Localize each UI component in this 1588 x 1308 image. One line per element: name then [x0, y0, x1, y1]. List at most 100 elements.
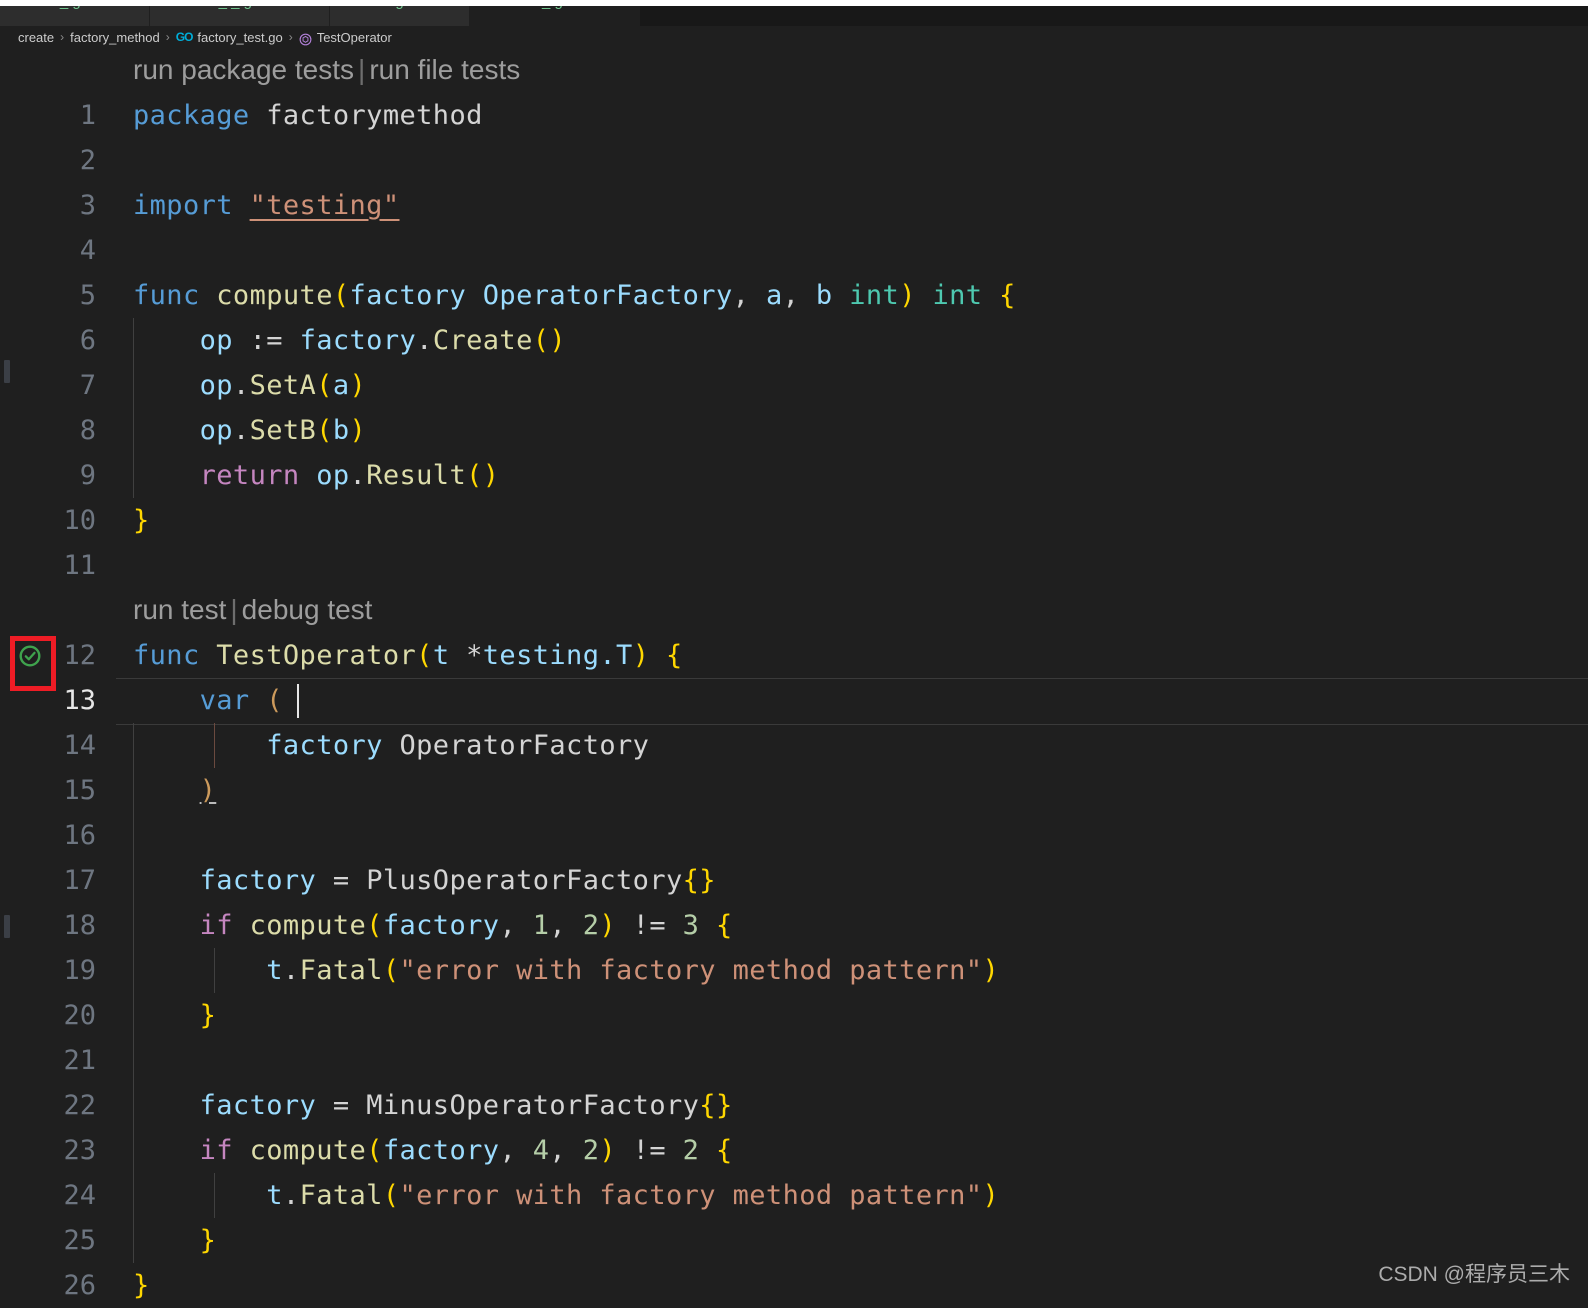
watermark: CSDN @程序员三木	[1378, 1263, 1570, 1286]
code-line-4[interactable]: 4	[0, 228, 1588, 273]
line-number-2[interactable]: 2	[0, 138, 110, 183]
code-line-10-content: }	[133, 505, 150, 536]
token-method-fatal: Fatal	[299, 1180, 383, 1211]
code-line-17[interactable]: 17 factory = PlusOperatorFactory{}	[0, 858, 1588, 903]
code-line-6[interactable]: 6 op := factory.Create()	[0, 318, 1588, 363]
run-package-tests-link[interactable]: run package tests	[133, 54, 354, 85]
token-identifier-op: op	[316, 460, 350, 491]
code-line-22[interactable]: 22 factory = MinusOperatorFactory{}	[0, 1083, 1588, 1128]
line-number-19[interactable]: 19	[0, 948, 110, 993]
token-keyword-return: return	[199, 460, 300, 491]
chevron-right-icon: ›	[165, 30, 170, 44]
token-type-int: int	[932, 280, 983, 311]
line-number-4[interactable]: 4	[0, 228, 110, 273]
editor-tab-1[interactable]: _ _.go	[150, 6, 330, 26]
code-line-9[interactable]: 9 return op.Result()	[0, 453, 1588, 498]
indent-guide	[133, 813, 134, 858]
breadcrumb-item-factory-test-go[interactable]: factory_test.go	[197, 30, 282, 45]
breadcrumb: create › factory_method › GO factory_tes…	[0, 26, 1588, 48]
breadcrumb-item-factory-method[interactable]: factory_method	[70, 30, 160, 45]
line-number-12[interactable]: 12	[0, 633, 110, 678]
token-function-compute: compute	[249, 910, 367, 941]
run-file-tests-link[interactable]: run file tests	[369, 54, 520, 85]
token-number-2: 2	[582, 1135, 600, 1166]
code-line-18-content: if compute(factory, 1, 2) != 3 {	[199, 910, 733, 941]
code-line-24[interactable]: 24 t.Fatal("error with factory method pa…	[0, 1173, 1588, 1218]
line-number-23[interactable]: 23	[0, 1128, 110, 1173]
line-number-21[interactable]: 21	[0, 1038, 110, 1083]
breadcrumb-item-test-operator[interactable]: TestOperator	[317, 30, 392, 45]
line-number-20[interactable]: 20	[0, 993, 110, 1038]
code-line-11[interactable]: 11	[0, 543, 1588, 588]
code-line-21[interactable]: 21	[0, 1038, 1588, 1083]
breadcrumb-item-create[interactable]: create	[18, 30, 54, 45]
code-editor[interactable]: run package tests | run file tests 1 packa…	[0, 48, 1588, 1308]
line-number-16[interactable]: 16	[0, 813, 110, 858]
code-line-3-content: import "testing"	[133, 183, 400, 228]
code-line-5[interactable]: 5 func compute(factory OperatorFactory, …	[0, 273, 1588, 318]
code-line-20[interactable]: 20 }	[0, 993, 1588, 1038]
line-number-18[interactable]: 18	[0, 903, 110, 948]
token-identifier-op: op	[199, 415, 233, 446]
code-line-25[interactable]: 25 }	[0, 1218, 1588, 1263]
token-identifier-op: op	[199, 325, 233, 356]
debug-test-link[interactable]: debug test	[242, 594, 373, 625]
token-method-seta: SetA	[249, 370, 317, 401]
code-line-26[interactable]: 26 }	[0, 1263, 1588, 1308]
token-keyword-func: func	[133, 640, 200, 671]
code-line-2[interactable]: 2	[0, 138, 1588, 183]
token-param-factory: factory	[349, 280, 467, 311]
code-line-17-content: factory = PlusOperatorFactory{}	[199, 865, 716, 896]
line-number-25[interactable]: 25	[0, 1218, 110, 1263]
editor-tab-2-label: /.go	[387, 6, 412, 9]
line-number-24[interactable]: 24	[0, 1173, 110, 1218]
code-line-13[interactable]: 13 var (	[0, 678, 1588, 725]
line-number-13[interactable]: 13	[0, 678, 110, 723]
line-number-5[interactable]: 5	[0, 273, 110, 318]
code-line-23[interactable]: 23 if compute(factory, 4, 2) != 2 {	[0, 1128, 1588, 1173]
editor-tab-2[interactable]: /.go	[330, 6, 470, 26]
code-line-18[interactable]: 18 if compute(factory, 1, 2) != 3 {	[0, 903, 1588, 948]
code-line-20-content: }	[199, 1000, 217, 1031]
code-line-14-content: factory OperatorFactory	[133, 723, 649, 768]
code-line-14[interactable]: 14 factory OperatorFactory	[0, 723, 1588, 768]
token-type-plusoperatorfactory: PlusOperatorFactory	[366, 865, 683, 896]
code-line-12[interactable]: 12 func TestOperator(t *testing.T) {	[0, 633, 1588, 678]
token-string-error-message: "error with factory method pattern"	[399, 1180, 983, 1211]
line-number-17[interactable]: 17	[0, 858, 110, 903]
token-identifier-t: t	[266, 1180, 283, 1211]
code-line-13-content: var (	[199, 685, 283, 716]
token-keyword-var: var	[199, 685, 250, 716]
token-type-operatorfactory: OperatorFactory	[399, 730, 650, 761]
line-number-9[interactable]: 9	[0, 453, 110, 498]
token-identifier-factory: factory	[266, 730, 383, 761]
line-number-14[interactable]: 14	[0, 723, 110, 768]
editor-tab-3[interactable]: /_.go	[470, 6, 640, 26]
line-number-26[interactable]: 26	[0, 1263, 110, 1308]
code-line-10[interactable]: 10 }	[0, 498, 1588, 543]
chevron-right-icon: ›	[60, 30, 65, 44]
token-type-minusoperatorfactory: MinusOperatorFactory	[366, 1090, 700, 1121]
line-number-11[interactable]: 11	[0, 543, 110, 588]
line-number-6[interactable]: 6	[0, 318, 110, 363]
token-function-compute: compute	[216, 280, 333, 311]
code-line-15[interactable]: 15 )	[0, 768, 1588, 813]
code-line-8[interactable]: 8 op.SetB(b)	[0, 408, 1588, 453]
code-line-19[interactable]: 19 t.Fatal("error with factory method pa…	[0, 948, 1588, 993]
code-line-7[interactable]: 7 op.SetA(a)	[0, 363, 1588, 408]
line-number-8[interactable]: 8	[0, 408, 110, 453]
code-line-1[interactable]: 1 package factorymethod	[0, 93, 1588, 138]
code-line-12-content: func TestOperator(t *testing.T) {	[133, 640, 683, 671]
line-number-7[interactable]: 7	[0, 363, 110, 408]
code-line-3[interactable]: 3 import "testing"	[0, 183, 1588, 228]
line-number-3[interactable]: 3	[0, 183, 110, 228]
codelens-test-text: run test | debug test	[133, 594, 372, 626]
code-line-16[interactable]: 16	[0, 813, 1588, 858]
run-test-link[interactable]: run test	[133, 594, 226, 625]
line-number-10[interactable]: 10	[0, 498, 110, 543]
editor-tab-0[interactable]: _.go	[0, 6, 150, 26]
line-number-15[interactable]: 15	[0, 768, 110, 813]
line-number-1[interactable]: 1	[0, 93, 110, 138]
line-number-22[interactable]: 22	[0, 1083, 110, 1128]
token-string-testing[interactable]: "testing"	[250, 190, 400, 221]
